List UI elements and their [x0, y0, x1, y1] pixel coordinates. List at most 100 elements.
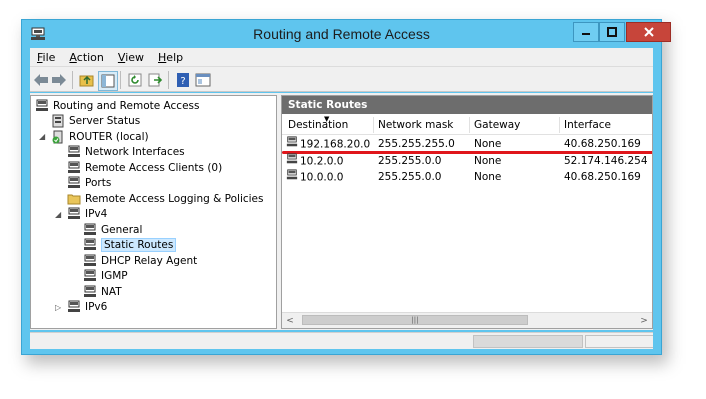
- route-icon: [286, 169, 298, 186]
- status-panel: [473, 335, 583, 348]
- collapse-icon[interactable]: ◢: [55, 210, 61, 219]
- column-header-destination[interactable]: ▼ Destination: [284, 115, 374, 133]
- menu-bar: File Action View Help: [30, 48, 653, 66]
- tree-item-router[interactable]: ROUTER (local): [51, 129, 149, 145]
- toolbar-separator: [72, 71, 73, 89]
- forward-button[interactable]: [50, 71, 68, 89]
- refresh-button[interactable]: [126, 71, 144, 89]
- collapse-icon[interactable]: ◢: [39, 132, 45, 141]
- cell-destination: 10.0.0.0: [300, 171, 344, 184]
- tree-item-server-status[interactable]: Server Status: [51, 113, 140, 129]
- header-divider: [282, 134, 652, 135]
- cell-network-mask: 255.255.255.0: [378, 138, 455, 150]
- minimize-icon: [582, 33, 590, 35]
- sort-descending-icon: ▼: [324, 115, 330, 123]
- column-header-network-mask[interactable]: Network mask: [374, 117, 470, 133]
- tree-item-static-routes[interactable]: Static Routes: [83, 237, 177, 253]
- minimize-button[interactable]: [573, 22, 599, 42]
- toolbar: ?: [30, 66, 653, 92]
- tree-item-logging-policies[interactable]: Remote Access Logging & Policies: [67, 191, 264, 207]
- console-tree: Routing and Remote Access Server Status …: [30, 95, 277, 329]
- tree-item-network-interfaces[interactable]: Network Interfaces: [67, 144, 185, 160]
- properties-icon: [195, 73, 211, 87]
- cell-gateway: None: [474, 171, 502, 183]
- menu-help[interactable]: Help: [151, 51, 190, 64]
- server-status-icon: [51, 114, 65, 128]
- ipv4-icon: [67, 207, 81, 221]
- cell-network-mask: 255.255.0.0: [378, 171, 442, 183]
- tree-item-nat[interactable]: NAT: [83, 284, 122, 300]
- maximize-button[interactable]: [599, 22, 625, 42]
- refresh-icon: [128, 73, 142, 87]
- nat-icon: [83, 285, 97, 299]
- app-window: Routing and Remote Access File Action Vi…: [21, 19, 671, 355]
- cell-network-mask: 255.255.0.0: [378, 155, 442, 167]
- properties-button[interactable]: [194, 71, 212, 89]
- maximize-icon: [607, 27, 617, 37]
- back-button[interactable]: [32, 71, 50, 89]
- title-bar[interactable]: Routing and Remote Access: [22, 20, 671, 48]
- forward-arrow-icon: [52, 74, 66, 86]
- scroll-left-icon[interactable]: <: [282, 313, 298, 328]
- route-icon: [286, 153, 298, 170]
- scroll-thumb[interactable]: |||: [302, 315, 528, 325]
- dhcp-relay-icon: [83, 254, 97, 268]
- content-area: Routing and Remote Access Server Status …: [30, 93, 653, 330]
- column-header-gateway[interactable]: Gateway: [470, 117, 560, 133]
- tree-item-remote-access-clients[interactable]: Remote Access Clients (0): [67, 160, 222, 176]
- cell-gateway: None: [474, 155, 502, 167]
- close-button[interactable]: [626, 22, 671, 42]
- close-icon: [643, 27, 654, 37]
- static-routes-icon: [83, 238, 97, 252]
- expand-icon[interactable]: ▷: [55, 303, 61, 312]
- results-pane: Static Routes ▼ Destination Network mask…: [281, 95, 653, 329]
- horizontal-scrollbar[interactable]: < ||| >: [282, 312, 652, 328]
- up-folder-button[interactable]: [78, 71, 96, 89]
- window-title: Routing and Remote Access: [253, 26, 430, 42]
- status-panel: [30, 335, 475, 348]
- cell-destination: 10.2.0.0: [300, 155, 344, 168]
- network-interfaces-icon: [67, 145, 81, 159]
- cell-destination: 192.168.20.0: [300, 138, 371, 151]
- show-hide-tree-icon: [101, 74, 115, 88]
- tree-item-ipv4[interactable]: IPv4: [67, 206, 107, 222]
- general-icon: [83, 223, 97, 237]
- tree-item-general[interactable]: General: [83, 222, 142, 238]
- pane-title: Static Routes: [282, 96, 652, 114]
- help-icon: ?: [177, 73, 189, 87]
- table-row[interactable]: 192.168.20.0: [286, 136, 374, 152]
- table-row[interactable]: 10.2.0.0: [286, 153, 374, 169]
- tree-item-ports[interactable]: Ports: [67, 175, 111, 191]
- menu-action[interactable]: Action: [62, 51, 110, 64]
- toolbar-separator: [120, 71, 121, 89]
- cell-interface: 40.68.250.169: [564, 138, 641, 150]
- tree-item-root[interactable]: Routing and Remote Access: [35, 98, 199, 114]
- igmp-icon: [83, 269, 97, 283]
- server-icon: [35, 99, 49, 113]
- cell-interface: 40.68.250.169: [564, 171, 641, 183]
- toolbar-separator: [168, 71, 169, 89]
- tree-item-igmp[interactable]: IGMP: [83, 268, 128, 284]
- column-header-interface[interactable]: Interface: [560, 117, 652, 133]
- menu-view[interactable]: View: [111, 51, 151, 64]
- remote-clients-icon: [67, 161, 81, 175]
- router-server-icon: [51, 130, 65, 144]
- scroll-right-icon[interactable]: >: [636, 313, 652, 328]
- help-button[interactable]: ?: [174, 71, 192, 89]
- table-row[interactable]: 10.0.0.0: [286, 169, 374, 185]
- menu-file[interactable]: File: [30, 51, 62, 64]
- cell-interface: 52.174.146.254: [564, 155, 648, 167]
- status-bar: [30, 332, 653, 349]
- cell-gateway: None: [474, 138, 502, 150]
- folder-icon: [67, 192, 81, 206]
- export-list-button[interactable]: [146, 71, 164, 89]
- ipv6-icon: [67, 300, 81, 314]
- svg-text:?: ?: [180, 76, 185, 87]
- up-folder-icon: [79, 75, 94, 87]
- back-arrow-icon: [34, 74, 48, 86]
- tree-item-ipv6[interactable]: IPv6: [67, 299, 107, 315]
- export-list-icon: [148, 73, 163, 87]
- show-hide-tree-button[interactable]: [98, 71, 118, 91]
- tree-item-dhcp-relay[interactable]: DHCP Relay Agent: [83, 253, 197, 269]
- ports-icon: [67, 176, 81, 190]
